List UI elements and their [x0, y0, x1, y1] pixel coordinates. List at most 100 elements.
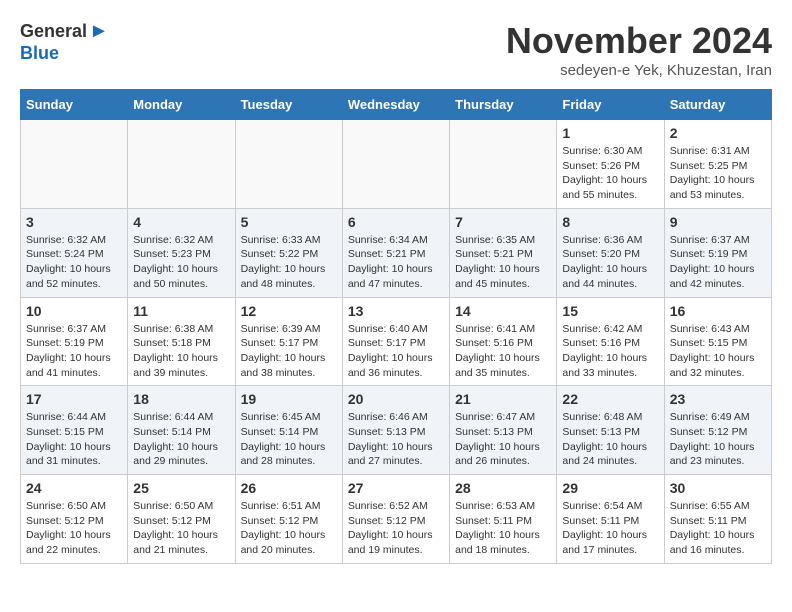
day-number: 12 [241, 303, 337, 319]
calendar-cell: 4 Sunrise: 6:32 AMSunset: 5:23 PMDaylight… [128, 208, 235, 297]
day-number: 25 [133, 480, 229, 496]
calendar-cell: 25 Sunrise: 6:50 AMSunset: 5:12 PMDayligh… [128, 475, 235, 564]
day-number: 3 [26, 214, 122, 230]
calendar-cell: 23 Sunrise: 6:49 AMSunset: 5:12 PMDayligh… [664, 386, 771, 475]
day-info: Sunrise: 6:49 AMSunset: 5:12 PMDaylight:… [670, 410, 766, 469]
day-number: 7 [455, 214, 551, 230]
calendar-cell: 14 Sunrise: 6:41 AMSunset: 5:16 PMDayligh… [450, 297, 557, 386]
day-number: 1 [562, 125, 658, 141]
weekday-header-wednesday: Wednesday [342, 90, 449, 120]
calendar-week-row: 3 Sunrise: 6:32 AMSunset: 5:24 PMDaylight… [21, 208, 772, 297]
calendar-cell: 12Sunrise: 6:39 AMSunset: 5:17 PMDayligh… [235, 297, 342, 386]
day-number: 19 [241, 391, 337, 407]
calendar-cell: 20Sunrise: 6:46 AMSunset: 5:13 PMDayligh… [342, 386, 449, 475]
day-info: Sunrise: 6:33 AMSunset: 5:22 PMDaylight:… [241, 233, 337, 292]
day-number: 4 [133, 214, 229, 230]
day-number: 11 [133, 303, 229, 319]
day-number: 5 [241, 214, 337, 230]
day-number: 18 [133, 391, 229, 407]
day-info: Sunrise: 6:41 AMSunset: 5:16 PMDaylight:… [455, 322, 551, 381]
calendar-cell: 17 Sunrise: 6:44 AMSunset: 5:15 PMDayligh… [21, 386, 128, 475]
day-info: Sunrise: 6:53 AMSunset: 5:11 PMDaylight:… [455, 499, 551, 558]
day-number: 15 [562, 303, 658, 319]
calendar-week-row: 17 Sunrise: 6:44 AMSunset: 5:15 PMDayligh… [21, 386, 772, 475]
day-info: Sunrise: 6:48 AMSunset: 5:13 PMDaylight:… [562, 410, 658, 469]
weekday-header-saturday: Saturday [664, 90, 771, 120]
calendar-cell: 3 Sunrise: 6:32 AMSunset: 5:24 PMDaylight… [21, 208, 128, 297]
day-number: 22 [562, 391, 658, 407]
logo-blue-text: Blue [20, 43, 59, 63]
calendar-cell: 22 Sunrise: 6:48 AMSunset: 5:13 PMDayligh… [557, 386, 664, 475]
day-info: Sunrise: 6:31 AMSunset: 5:25 PMDaylight:… [670, 144, 766, 203]
calendar-cell: 28 Sunrise: 6:53 AMSunset: 5:11 PMDayligh… [450, 475, 557, 564]
day-number: 29 [562, 480, 658, 496]
location-subtitle: sedeyen-e Yek, Khuzestan, Iran [506, 62, 772, 79]
day-info: Sunrise: 6:32 AMSunset: 5:23 PMDaylight:… [133, 233, 229, 292]
day-number: 8 [562, 214, 658, 230]
calendar-cell: 2 Sunrise: 6:31 AMSunset: 5:25 PMDaylight… [664, 120, 771, 209]
calendar-cell: 21Sunrise: 6:47 AMSunset: 5:13 PMDayligh… [450, 386, 557, 475]
day-number: 13 [348, 303, 444, 319]
day-info: Sunrise: 6:52 AMSunset: 5:12 PMDaylight:… [348, 499, 444, 558]
day-info: Sunrise: 6:55 AMSunset: 5:11 PMDaylight:… [670, 499, 766, 558]
calendar-cell: 24 Sunrise: 6:50 AMSunset: 5:12 PMDayligh… [21, 475, 128, 564]
day-number: 6 [348, 214, 444, 230]
day-number: 28 [455, 480, 551, 496]
weekday-header-row: SundayMondayTuesdayWednesdayThursdayFrid… [21, 90, 772, 120]
day-number: 17 [26, 391, 122, 407]
day-info: Sunrise: 6:34 AMSunset: 5:21 PMDaylight:… [348, 233, 444, 292]
header: General ► Blue November 2024 sedeyen-e Y… [20, 20, 772, 79]
calendar-cell: 18 Sunrise: 6:44 AMSunset: 5:14 PMDayligh… [128, 386, 235, 475]
weekday-header-tuesday: Tuesday [235, 90, 342, 120]
calendar-cell: 10Sunrise: 6:37 AMSunset: 5:19 PMDayligh… [21, 297, 128, 386]
title-section: November 2024 sedeyen-e Yek, Khuzestan, … [506, 20, 772, 79]
calendar-cell: 13 Sunrise: 6:40 AMSunset: 5:17 PMDayligh… [342, 297, 449, 386]
day-number: 14 [455, 303, 551, 319]
day-info: Sunrise: 6:40 AMSunset: 5:17 PMDaylight:… [348, 322, 444, 381]
day-info: Sunrise: 6:38 AMSunset: 5:18 PMDaylight:… [133, 322, 229, 381]
calendar-cell: 29 Sunrise: 6:54 AMSunset: 5:11 PMDayligh… [557, 475, 664, 564]
calendar-cell [450, 120, 557, 209]
logo-arrow-icon: ► [89, 20, 109, 43]
day-info: Sunrise: 6:30 AMSunset: 5:26 PMDaylight:… [562, 144, 658, 203]
weekday-header-thursday: Thursday [450, 90, 557, 120]
day-number: 21 [455, 391, 551, 407]
day-number: 16 [670, 303, 766, 319]
day-number: 2 [670, 125, 766, 141]
calendar-week-row: 10Sunrise: 6:37 AMSunset: 5:19 PMDayligh… [21, 297, 772, 386]
day-number: 30 [670, 480, 766, 496]
day-number: 27 [348, 480, 444, 496]
day-info: Sunrise: 6:50 AMSunset: 5:12 PMDaylight:… [26, 499, 122, 558]
calendar-cell: 11 Sunrise: 6:38 AMSunset: 5:18 PMDayligh… [128, 297, 235, 386]
calendar-cell: 8 Sunrise: 6:36 AMSunset: 5:20 PMDaylight… [557, 208, 664, 297]
calendar-cell: 6 Sunrise: 6:34 AMSunset: 5:21 PMDaylight… [342, 208, 449, 297]
day-info: Sunrise: 6:43 AMSunset: 5:15 PMDaylight:… [670, 322, 766, 381]
day-number: 24 [26, 480, 122, 496]
day-info: Sunrise: 6:37 AMSunset: 5:19 PMDaylight:… [670, 233, 766, 292]
day-info: Sunrise: 6:54 AMSunset: 5:11 PMDaylight:… [562, 499, 658, 558]
day-info: Sunrise: 6:45 AMSunset: 5:14 PMDaylight:… [241, 410, 337, 469]
day-info: Sunrise: 6:50 AMSunset: 5:12 PMDaylight:… [133, 499, 229, 558]
logo: General ► Blue [20, 20, 109, 64]
day-number: 23 [670, 391, 766, 407]
day-info: Sunrise: 6:44 AMSunset: 5:14 PMDaylight:… [133, 410, 229, 469]
calendar-week-row: 1 Sunrise: 6:30 AMSunset: 5:26 PMDaylight… [21, 120, 772, 209]
calendar-cell [128, 120, 235, 209]
calendar-cell: 15 Sunrise: 6:42 AMSunset: 5:16 PMDayligh… [557, 297, 664, 386]
day-info: Sunrise: 6:44 AMSunset: 5:15 PMDaylight:… [26, 410, 122, 469]
day-info: Sunrise: 6:42 AMSunset: 5:16 PMDaylight:… [562, 322, 658, 381]
calendar-cell: 7 Sunrise: 6:35 AMSunset: 5:21 PMDaylight… [450, 208, 557, 297]
calendar-cell: 16 Sunrise: 6:43 AMSunset: 5:15 PMDayligh… [664, 297, 771, 386]
calendar-cell: 30 Sunrise: 6:55 AMSunset: 5:11 PMDayligh… [664, 475, 771, 564]
day-number: 9 [670, 214, 766, 230]
day-info: Sunrise: 6:32 AMSunset: 5:24 PMDaylight:… [26, 233, 122, 292]
calendar-cell: 19 Sunrise: 6:45 AMSunset: 5:14 PMDayligh… [235, 386, 342, 475]
calendar: SundayMondayTuesdayWednesdayThursdayFrid… [20, 89, 772, 564]
day-info: Sunrise: 6:35 AMSunset: 5:21 PMDaylight:… [455, 233, 551, 292]
calendar-cell: 26Sunrise: 6:51 AMSunset: 5:12 PMDayligh… [235, 475, 342, 564]
day-info: Sunrise: 6:36 AMSunset: 5:20 PMDaylight:… [562, 233, 658, 292]
logo-general-text: General [20, 21, 87, 42]
weekday-header-monday: Monday [128, 90, 235, 120]
day-info: Sunrise: 6:37 AMSunset: 5:19 PMDaylight:… [26, 322, 122, 381]
day-info: Sunrise: 6:51 AMSunset: 5:12 PMDaylight:… [241, 499, 337, 558]
